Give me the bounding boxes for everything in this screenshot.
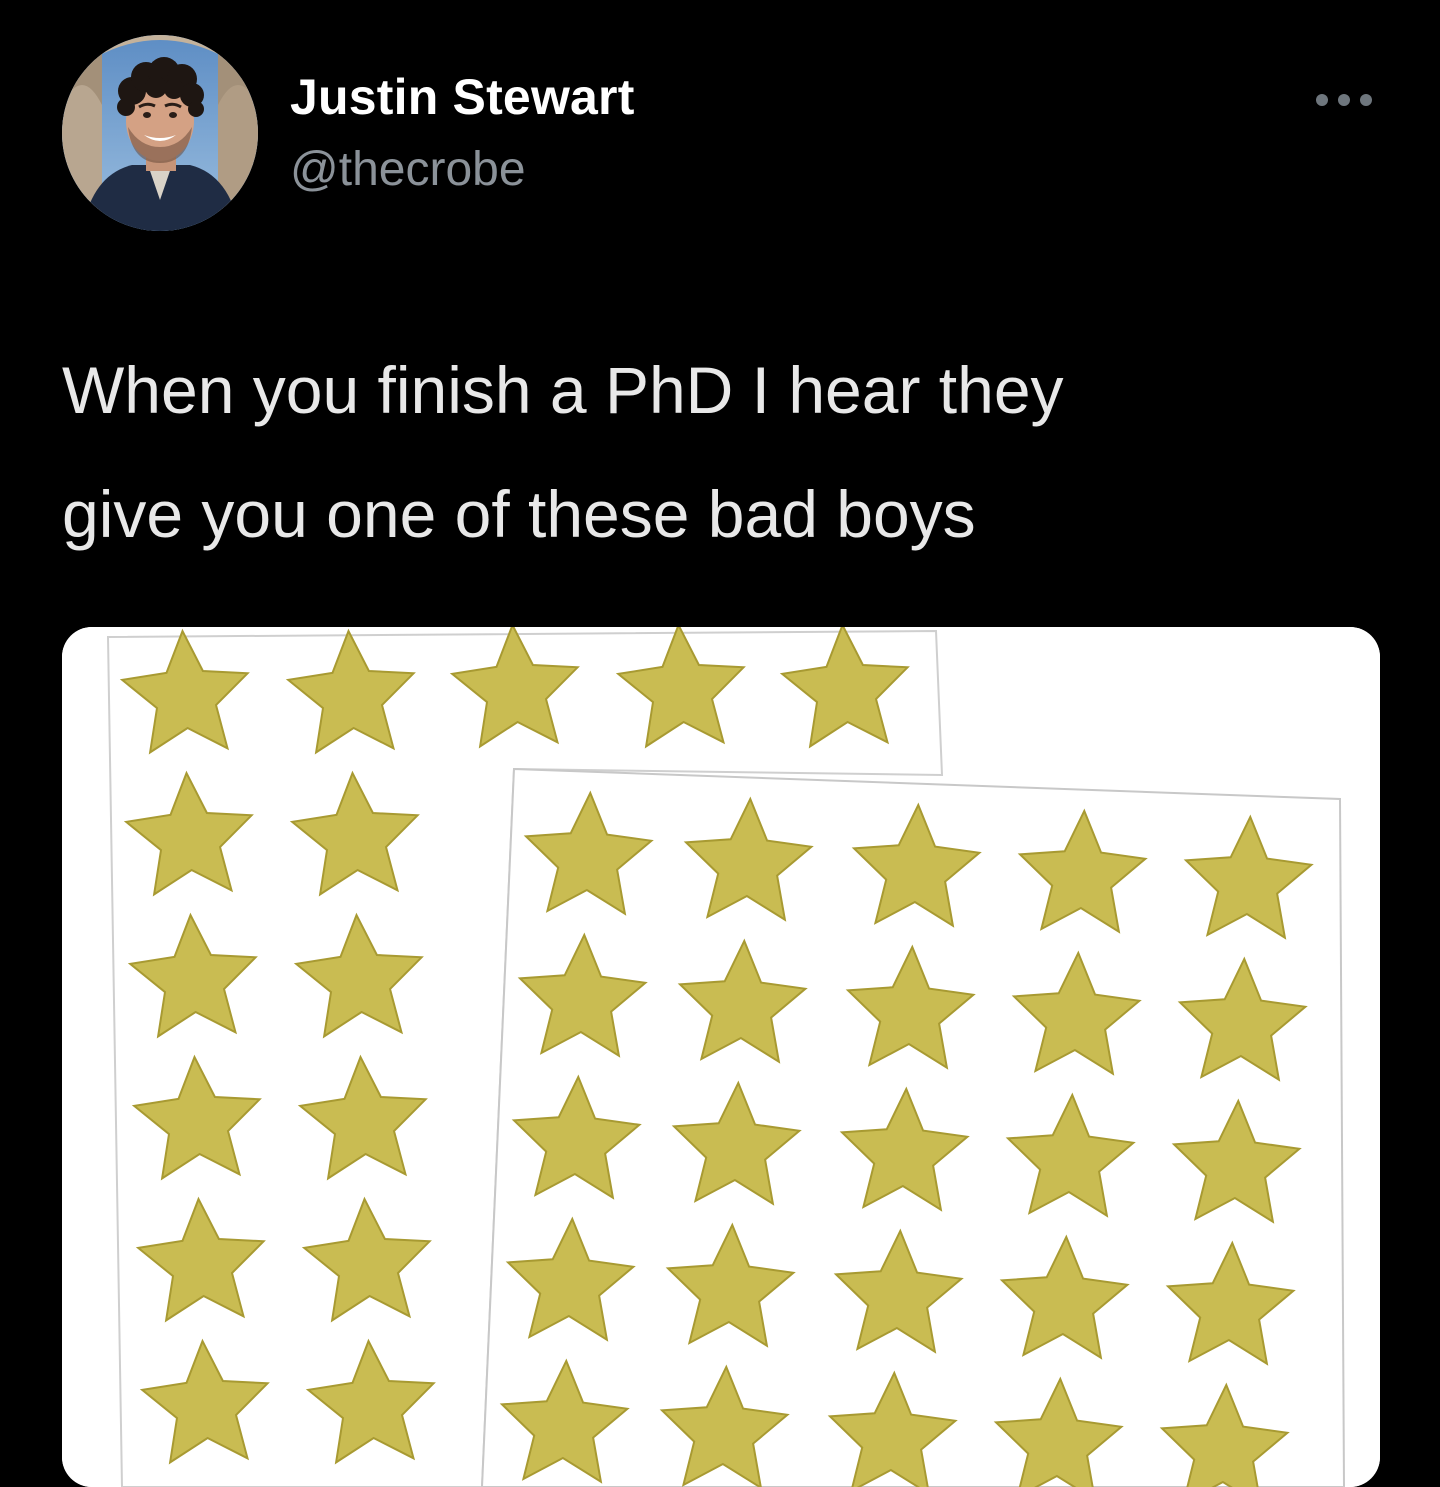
tweet-text: When you finish a PhD I hear they give y… <box>62 353 1064 551</box>
avatar-image <box>62 35 258 231</box>
avatar[interactable] <box>62 35 258 231</box>
author-handle[interactable]: @thecrobe <box>290 142 526 197</box>
more-options-button[interactable] <box>1308 80 1380 120</box>
tweet-media-image[interactable] <box>62 627 1380 1487</box>
author-display-name[interactable]: Justin Stewart <box>290 68 635 126</box>
ellipsis-icon <box>1316 94 1372 106</box>
tweet: Justin Stewart @thecrobe When you finish… <box>0 0 1440 1487</box>
star-stickers-image <box>62 627 1380 1487</box>
